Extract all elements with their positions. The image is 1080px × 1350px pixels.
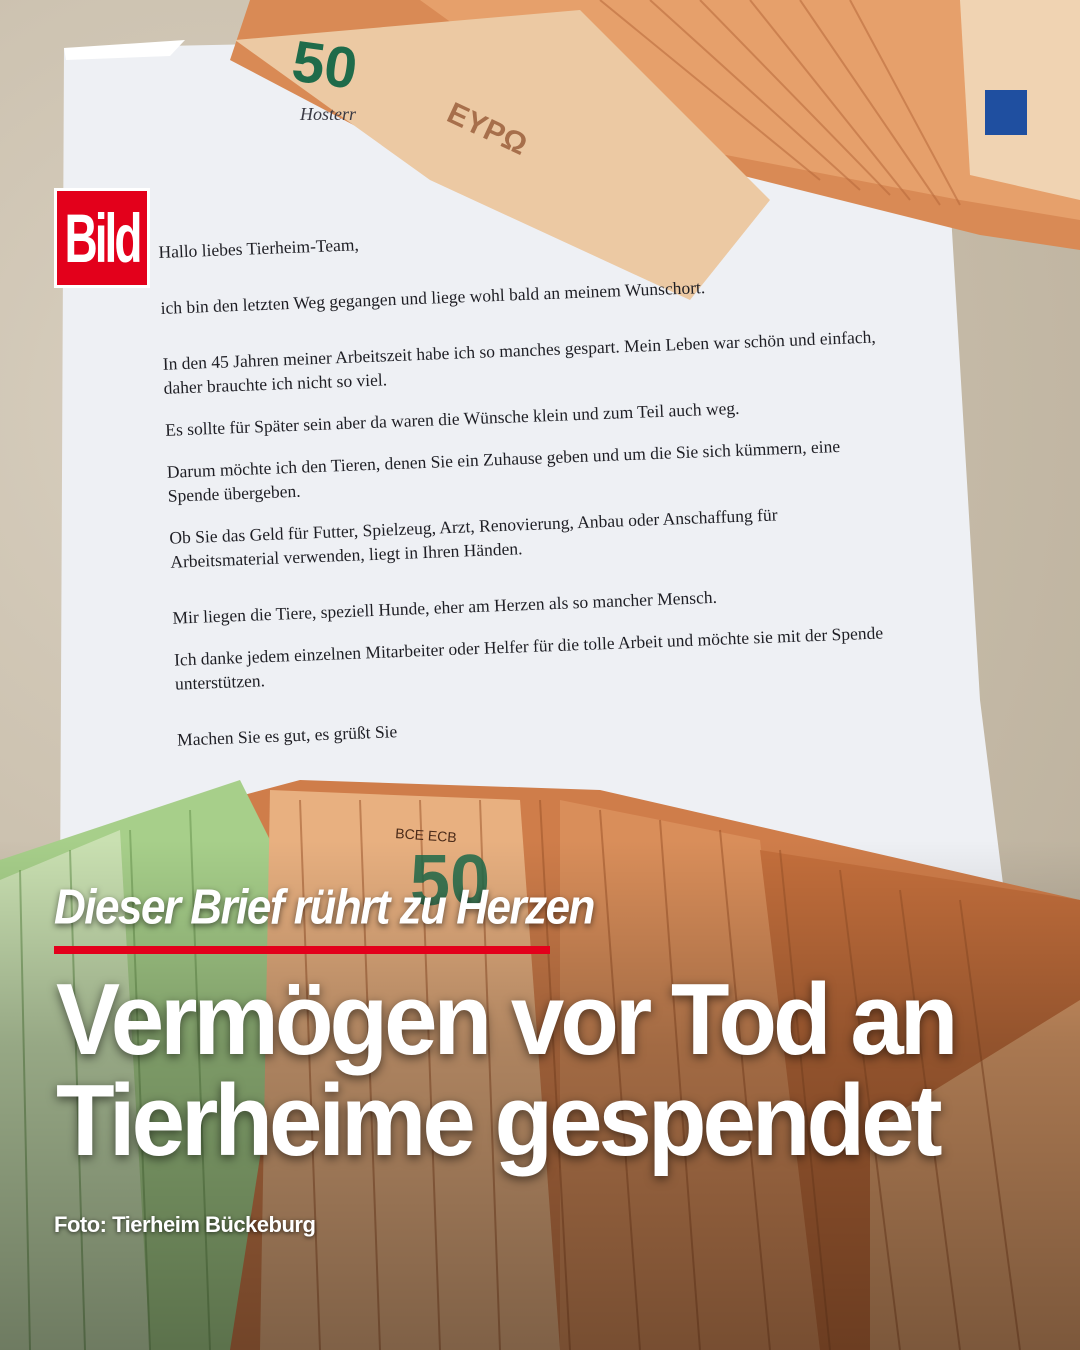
- letter-paragraph: Ob Sie das Geld für Futter, Spielzeug, A…: [169, 504, 778, 572]
- headline-line-2: Tierheime gespendet: [56, 1064, 943, 1177]
- photo-credit: Foto: Tierheim Bückeburg: [54, 1212, 316, 1237]
- letter-paragraph: Ich danke jedem einzelnen Mitarbeiter od…: [173, 622, 884, 694]
- banknote-denomination: 50: [288, 29, 361, 102]
- bild-logo: Bild: [54, 188, 150, 288]
- headline: Vermögen vor Tod an Tierheime gespendet: [56, 963, 958, 1177]
- kicker-text: Dieser Brief rührt zu Herzen: [54, 880, 595, 935]
- letter-paragraph: Darum möchte ich den Tieren, denen Sie e…: [166, 435, 841, 506]
- eu-flag-mark: [985, 90, 1027, 135]
- letterhead-partial: Hosterr: [300, 104, 357, 124]
- letter-paragraph: Es sollte für Später sein aber da waren …: [164, 397, 740, 440]
- kicker-underline: [54, 946, 550, 954]
- letter-body: Hallo liebes Tierheim-Team, ich bin den …: [158, 212, 898, 769]
- bild-logo-text: Bild: [64, 199, 143, 277]
- headline-line-1: Vermögen vor Tod an: [56, 963, 958, 1077]
